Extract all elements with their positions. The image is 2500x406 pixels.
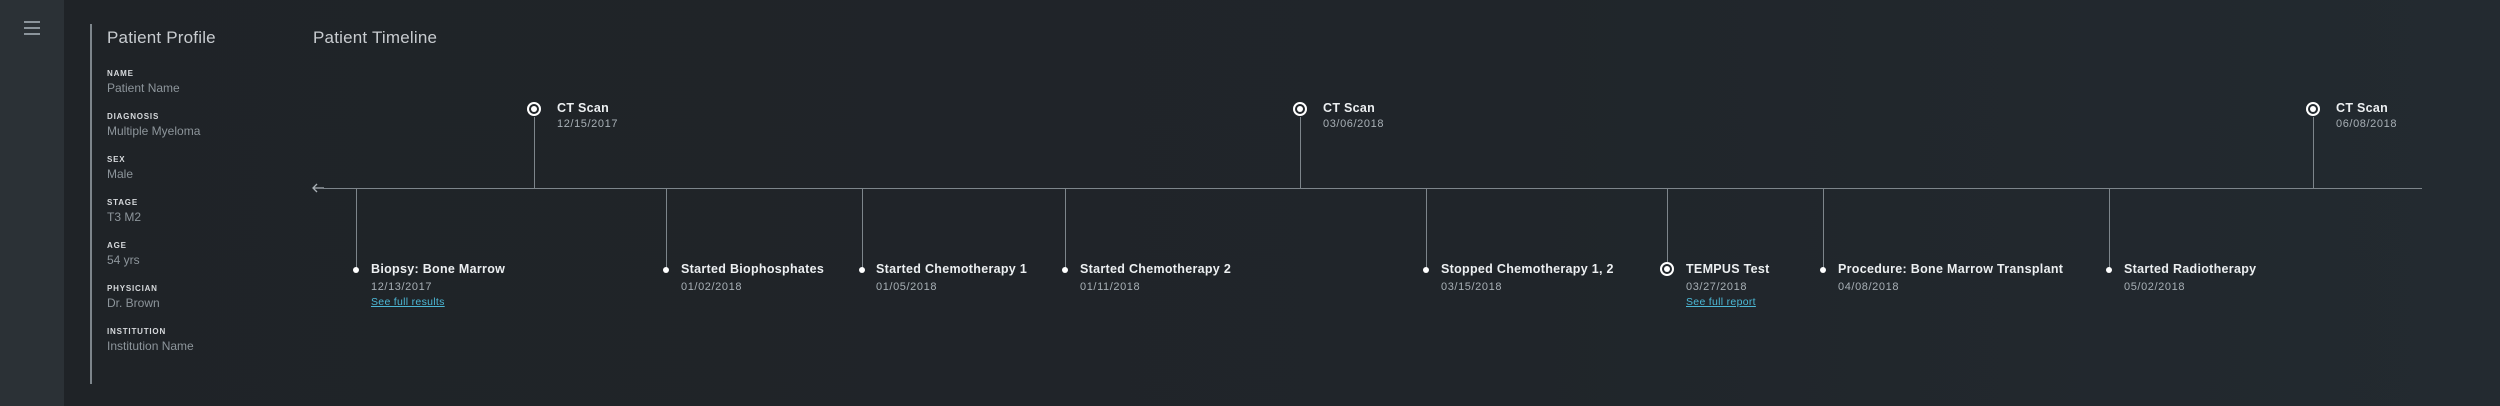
ring-dot-icon[interactable] [1293, 102, 1307, 116]
event-date: 12/13/2017 [371, 281, 433, 293]
event-date: 04/08/2018 [1838, 281, 1900, 293]
field-label: STAGE [107, 198, 138, 207]
profile-field-diagnosis: DIAGNOSIS Multiple Myeloma [107, 112, 307, 155]
event-connector [1823, 188, 1824, 268]
dot-icon[interactable] [2106, 267, 2112, 273]
field-label: NAME [107, 69, 134, 78]
event-date: 01/11/2018 [1080, 281, 1141, 293]
ring-dot-icon[interactable] [527, 102, 541, 116]
event-connector [666, 188, 667, 268]
event-date: 03/15/2018 [1441, 281, 1503, 293]
profile-field-stage: STAGE T3 M2 [107, 198, 307, 241]
profile-divider [90, 24, 92, 384]
profile-field-physician: PHYSICIAN Dr. Brown [107, 284, 307, 327]
event-date: 03/27/2018 [1686, 281, 1748, 293]
field-label: DIAGNOSIS [107, 112, 160, 121]
field-label: PHYSICIAN [107, 284, 158, 293]
event-label[interactable]: Started Chemotherapy 2 [1080, 262, 1231, 276]
profile-field-name: NAME Patient Name [107, 69, 307, 112]
timeline-axis [323, 188, 2422, 189]
see-full-results-link[interactable]: See full results [371, 296, 445, 308]
event-connector [1426, 188, 1427, 268]
field-label: INSTITUTION [107, 327, 167, 336]
event-connector [534, 117, 535, 188]
profile-field-institution: INSTITUTION Institution Name [107, 327, 307, 370]
event-date: 01/05/2018 [876, 281, 938, 293]
event-connector [1667, 188, 1668, 262]
nav-rail [0, 0, 64, 406]
field-label: AGE [107, 241, 127, 250]
event-label[interactable]: CT Scan [557, 101, 609, 115]
field-value: Male [107, 167, 134, 181]
event-connector [356, 188, 357, 268]
event-label[interactable]: Procedure: Bone Marrow Transplant [1838, 262, 2063, 276]
dot-icon[interactable] [859, 267, 865, 273]
field-value: Multiple Myeloma [107, 124, 201, 138]
profile-field-sex: SEX Male [107, 155, 307, 198]
event-label[interactable]: CT Scan [1323, 101, 1375, 115]
event-connector [1300, 117, 1301, 188]
event-label[interactable]: Started Chemotherapy 1 [876, 262, 1027, 276]
dot-icon[interactable] [1423, 267, 1429, 273]
event-date: 03/06/2018 [1323, 118, 1385, 130]
event-connector [862, 188, 863, 268]
field-value: T3 M2 [107, 210, 142, 224]
event-connector [2313, 117, 2314, 188]
ring-dot-icon[interactable] [1660, 262, 1674, 276]
field-value: Patient Name [107, 81, 180, 95]
profile-title: Patient Profile [107, 28, 216, 47]
event-date: 05/02/2018 [2124, 281, 2186, 293]
patient-profile-panel: Patient Profile NAME Patient Name DIAGNO… [107, 28, 307, 370]
event-date: 01/02/2018 [681, 281, 743, 293]
hamburger-menu-icon[interactable] [24, 21, 40, 35]
event-label[interactable]: Started Radiotherapy [2124, 262, 2256, 276]
field-value: Dr. Brown [107, 296, 160, 310]
event-label[interactable]: CT Scan [2336, 101, 2388, 115]
ring-dot-icon[interactable] [2306, 102, 2320, 116]
dot-icon[interactable] [1062, 267, 1068, 273]
field-value: 54 yrs [107, 253, 140, 267]
see-full-report-link[interactable]: See full report [1686, 296, 1756, 308]
event-label[interactable]: Biopsy: Bone Marrow [371, 262, 505, 276]
field-value: Institution Name [107, 339, 194, 353]
field-label: SEX [107, 155, 126, 164]
dot-icon[interactable] [1820, 267, 1826, 273]
event-label[interactable]: TEMPUS Test [1686, 262, 1770, 276]
timeline-title: Patient Timeline [313, 28, 438, 47]
event-date: 12/15/2017 [557, 118, 619, 130]
dot-icon[interactable] [353, 267, 359, 273]
event-label[interactable]: Started Biophosphates [681, 262, 824, 276]
profile-field-age: AGE 54 yrs [107, 241, 307, 284]
event-connector [1065, 188, 1066, 268]
event-connector [2109, 188, 2110, 268]
dot-icon[interactable] [663, 267, 669, 273]
event-date: 06/08/2018 [2336, 118, 2398, 130]
event-label[interactable]: Stopped Chemotherapy 1, 2 [1441, 262, 1614, 276]
